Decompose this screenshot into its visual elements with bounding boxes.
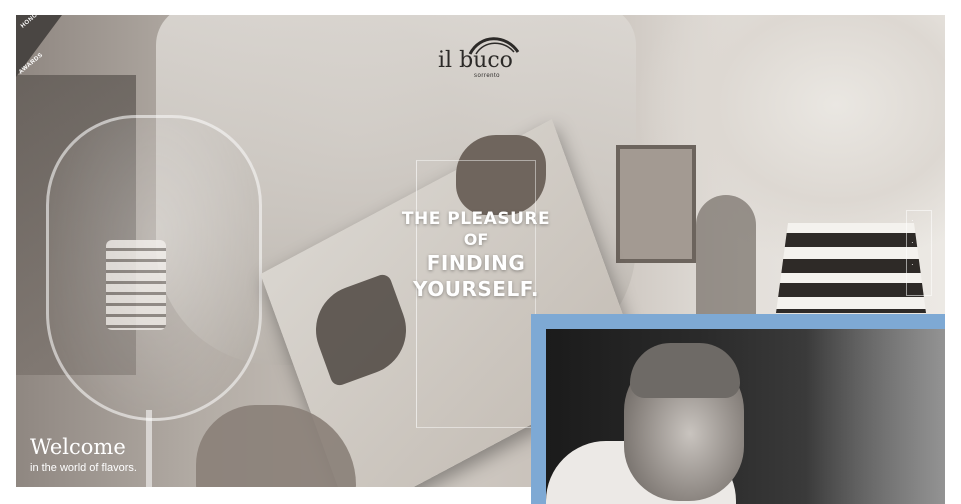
logo-subtitle: sorrento [473, 73, 500, 79]
chef-photo [546, 329, 945, 504]
page: HONORS AWARDS il buco sorrento THE PLEAS… [0, 0, 961, 504]
headline-line-2: OF [463, 230, 489, 249]
hero-headline: THE PLEASURE OF FINDING YOURSELF. [386, 208, 566, 302]
headline-line-3: FINDING [426, 251, 526, 275]
welcome-subtitle: in the world of flavors. [30, 462, 137, 474]
honors-awards-badge[interactable]: HONORS AWARDS [16, 15, 62, 77]
striped-lampshade [776, 223, 926, 313]
welcome-title: Welcome [30, 435, 126, 459]
background-person [696, 195, 756, 315]
headline-line-4: YOURSELF. [412, 277, 540, 301]
wall-portrait [616, 145, 696, 263]
slide-dot-icon[interactable]: · [911, 217, 917, 225]
headline-line-1: THE PLEASURE [401, 209, 551, 229]
slide-dot-icon[interactable]: · [911, 261, 917, 269]
wine-glass [46, 115, 262, 421]
chef-hair [630, 343, 740, 398]
wine-glass-stem [146, 410, 152, 487]
slide-dot-icon[interactable]: · [911, 239, 917, 247]
slide-navigation[interactable] [906, 210, 932, 296]
site-logo[interactable]: il buco sorrento [438, 32, 528, 79]
chef-background-light [806, 329, 945, 504]
logo-name: il buco [438, 48, 513, 73]
